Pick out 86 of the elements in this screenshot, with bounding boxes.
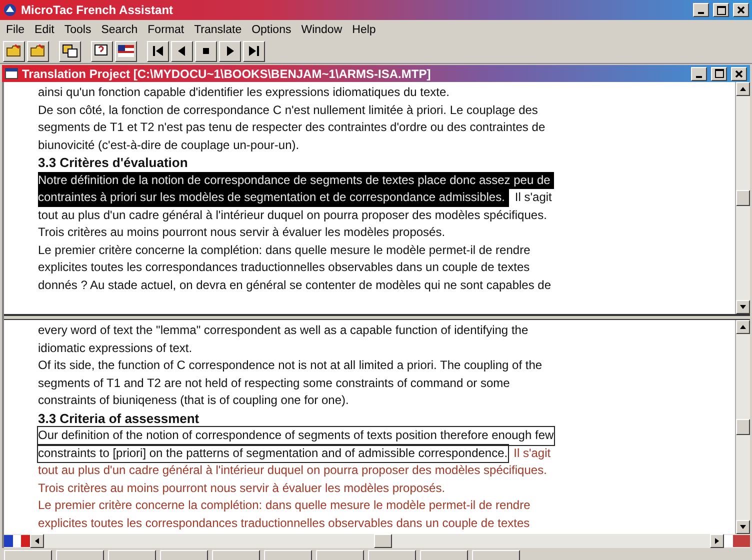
- toolbar-button[interactable]: [27, 40, 49, 62]
- document-icon: [5, 68, 18, 79]
- section-heading: 3.3 Criteria of assessment: [38, 410, 200, 427]
- close-button[interactable]: [731, 66, 747, 80]
- toolbar-button[interactable]: [243, 40, 265, 62]
- text-line: constraints of biuniqeness (that is of coupling one for one).: [38, 392, 349, 409]
- toolbar-button[interactable]: [3, 40, 25, 62]
- horizontal-scrollbar[interactable]: [4, 534, 750, 548]
- selected-segment: Notre définition de la notion de correspondance de segments de textes place donc assez peu de: [38, 172, 554, 189]
- text-line: segments de T1 et T2 n'est pas tenu de respecter des contraintes d'ordre ou des contraintes de: [38, 119, 546, 136]
- text-pane[interactable]: [4, 320, 750, 534]
- menu-item[interactable]: Tools: [64, 24, 92, 36]
- text-line: Il s'agit: [514, 189, 552, 206]
- toolbar-button[interactable]: [147, 40, 169, 62]
- text-line: explicites toutes les correspondances traductionnelles observables dans un couple de textes: [38, 259, 530, 276]
- text-line: De son côté, la fonction de correspondance C n'est nullement limitée à priori. Le couplage des: [38, 102, 538, 118]
- scroll-thumb[interactable]: [736, 190, 750, 206]
- help-icon: [94, 44, 110, 58]
- text-line: ainsi qu'un fonction capable d'identifier les expressions idiomatiques du texte.: [38, 84, 450, 101]
- minimize-button[interactable]: [691, 66, 707, 80]
- menu-item[interactable]: Format: [148, 24, 184, 36]
- text-line: Le premier critère concerne la complétion: dans quelle mesure le modèle permet-il de rendre: [38, 242, 530, 258]
- toolbar-button[interactable]: [91, 40, 113, 62]
- menu-item[interactable]: Help: [352, 24, 376, 36]
- scroll-left-icon: [33, 537, 41, 545]
- text-line: idiomatic expressions of text.: [38, 340, 192, 356]
- toolbar-button[interactable]: [171, 40, 193, 62]
- previous-icon: [176, 45, 188, 57]
- scroll-up-icon: [739, 323, 747, 331]
- scroll-down-icon: [739, 523, 747, 531]
- maximize-button[interactable]: [713, 3, 729, 17]
- flag-icon: [118, 45, 134, 57]
- maximize-icon: [714, 69, 724, 78]
- flag-icon: [4, 535, 30, 547]
- current-segment: constraints to [priori] on the patterns of segmentation and of admissible correspondence.: [38, 444, 508, 462]
- menu-item[interactable]: Window: [301, 24, 342, 36]
- untranslated-text: Il s'agit: [514, 444, 551, 462]
- window-title: MicroTac French Assistant: [21, 3, 174, 17]
- minimize-button[interactable]: [693, 3, 709, 17]
- menu-item[interactable]: Search: [101, 24, 138, 36]
- close-icon: [735, 70, 743, 78]
- menu-item[interactable]: Translate: [194, 24, 242, 36]
- selected-segment: contraintes à priori sur les modèles de segmentation et de correspondance admissibles.: [38, 189, 509, 206]
- toolbar-button[interactable]: [219, 40, 241, 62]
- untranslated-text: explicites toutes les correspondances traductionnelles observables dans un couple de textes: [38, 514, 530, 532]
- text-line: tout au plus d'un cadre général à l'intérieur duquel on pourra proposer des modèles spécifiques.: [38, 206, 547, 224]
- section-heading: 3.3 Critères d'évaluation: [38, 154, 188, 172]
- scroll-thumb[interactable]: [736, 419, 750, 435]
- skip-forward-icon: [248, 45, 260, 57]
- toolbar-button[interactable]: [59, 40, 81, 62]
- text-line: Trois critères au moins pourront nous servir à évaluer les modèles proposés.: [38, 224, 446, 241]
- text-line: biunovicité (c'est-à-dire de couplage un-pour-un).: [38, 136, 300, 154]
- maximize-icon: [716, 6, 726, 14]
- folder-icon: [30, 44, 46, 58]
- skip-back-icon: [152, 45, 164, 57]
- text-line: Of its side, the function of C correspondence not is not at all limited a priori. The coupling of the: [38, 357, 542, 374]
- toolbar-button[interactable]: [115, 40, 137, 62]
- maximize-button[interactable]: [711, 66, 727, 80]
- current-segment: Our definition of the notion of correspondence of segments of texts position therefore enough few: [38, 427, 554, 444]
- text-pane[interactable]: [4, 82, 750, 314]
- scroll-thumb[interactable]: [374, 534, 392, 548]
- untranslated-text: Trois critères au moins pourront nous servir à évaluer les modèles proposés.: [38, 480, 446, 496]
- minimize-icon: [696, 76, 702, 78]
- toolbar-button[interactable]: [195, 40, 217, 62]
- scrollbar[interactable]: [735, 82, 750, 314]
- windows-icon: [62, 44, 78, 58]
- text-line: segments of T1 and T2 are not held of respecting some constraints of command or some: [38, 374, 510, 392]
- app-icon: [3, 3, 17, 17]
- close-button[interactable]: [733, 3, 749, 17]
- scroll-up-icon: [739, 85, 747, 93]
- untranslated-text: Le premier critère concerne la complétion: dans quelle mesure le modèle permet-il de rendre: [38, 497, 530, 514]
- text-line: every word of text the "lemma" correspondent as well as a capable function of identifying the: [38, 322, 528, 339]
- next-icon: [224, 45, 236, 57]
- close-icon: [737, 6, 745, 14]
- scrollbar[interactable]: [735, 320, 750, 534]
- menu-item[interactable]: Options: [252, 24, 292, 36]
- scroll-right-icon: [713, 537, 721, 545]
- text-line: donnés ? Au stade actuel, on devra en général se contenter de modèles qui ne sont capables de: [38, 276, 552, 294]
- stop-icon: [200, 45, 212, 57]
- untranslated-text: tout au plus d'un cadre général à l'intérieur duquel on pourra proposer des modèles spécifiques.: [38, 462, 547, 479]
- document-title: Translation Project [C:\MYDOCU~1\BOOKS\BENJAM~1\ARMS-ISA.MTP]: [22, 66, 432, 80]
- minimize-icon: [698, 12, 704, 14]
- menu-item[interactable]: File: [6, 24, 25, 36]
- scroll-down-icon: [739, 303, 747, 311]
- menu-item[interactable]: Edit: [34, 24, 54, 36]
- flag-icon: [724, 535, 750, 547]
